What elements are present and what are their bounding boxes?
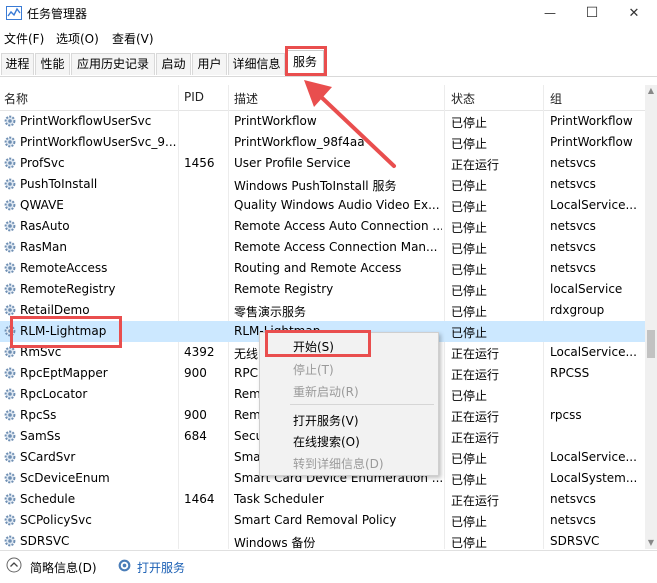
open-services-link[interactable]: 打开服务 xyxy=(137,559,185,576)
services-icon xyxy=(118,559,131,572)
annotation-arrow xyxy=(304,80,396,168)
chevron-up-icon[interactable] xyxy=(6,557,22,573)
fewer-details-link[interactable]: 简略信息(D) xyxy=(30,559,97,576)
status-bar: 简略信息(D) 打开服务 xyxy=(0,550,657,583)
